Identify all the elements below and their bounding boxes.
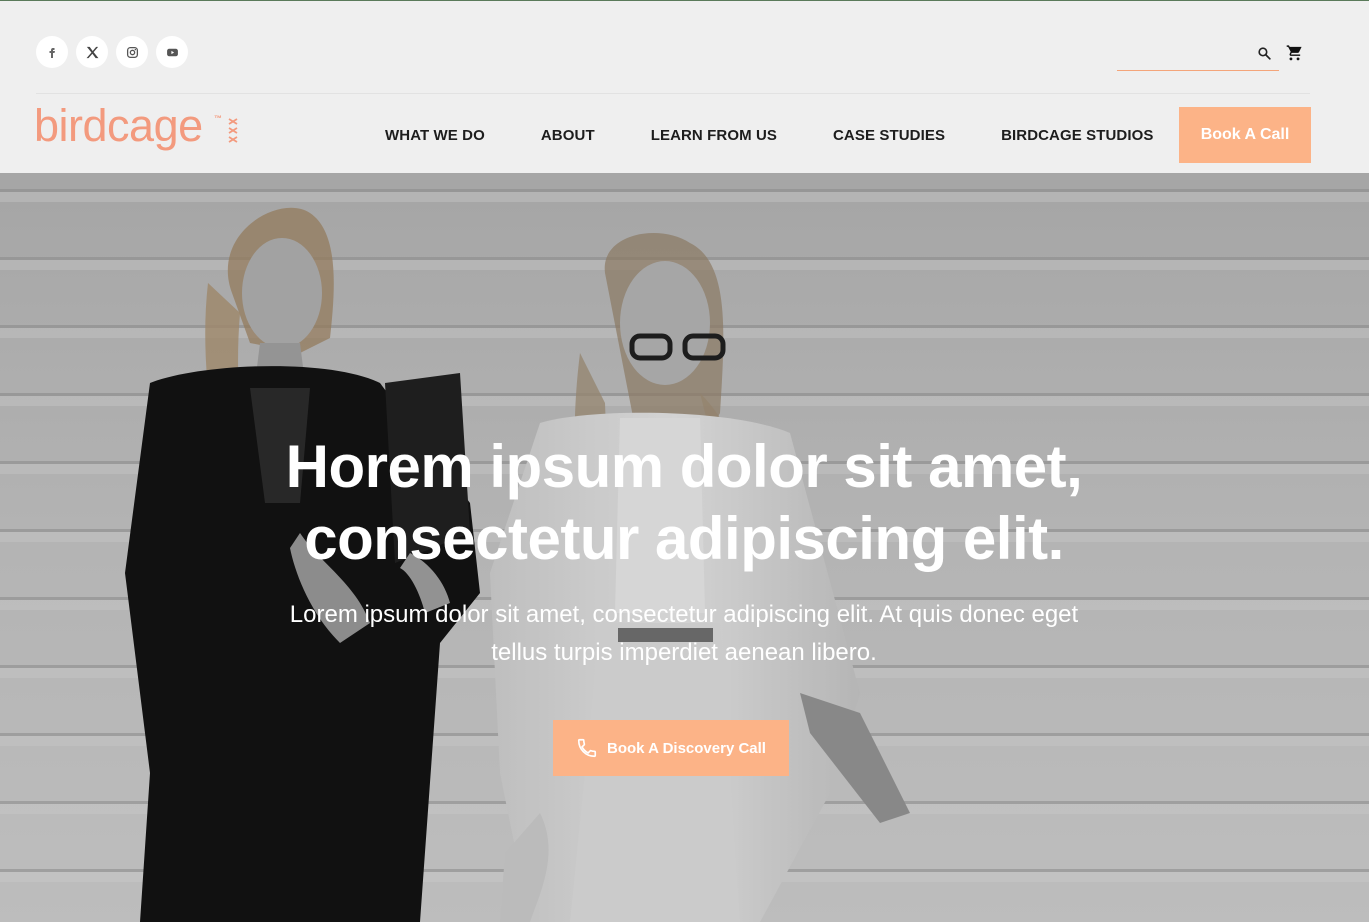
logo-trademark: ™ — [214, 114, 222, 123]
nav-item-birdcage-studios[interactable]: BIRDCAGE STUDIOS — [973, 127, 1181, 144]
search-box — [1117, 37, 1279, 71]
hero-subtitle-line-1: Lorem ipsum dolor sit amet, consectetur … — [289, 601, 1079, 628]
instagram-link[interactable] — [116, 36, 148, 68]
cart-icon[interactable] — [1286, 44, 1303, 61]
book-discovery-call-label: Book A Discovery Call — [607, 739, 766, 757]
x-link[interactable] — [76, 36, 108, 68]
nav-item-about[interactable]: ABOUT — [513, 127, 623, 144]
instagram-icon — [126, 46, 138, 58]
book-discovery-call-button[interactable]: Book A Discovery Call — [553, 720, 789, 776]
facebook-icon — [49, 48, 55, 58]
search-icon[interactable] — [1257, 46, 1272, 61]
hero-subtitle-line-2: tellus turpis imperdiet aenean libero. — [491, 639, 877, 666]
header-divider — [36, 93, 1310, 94]
hero-subtitle: Lorem ipsum dolor sit amet, consectetur … — [234, 596, 1134, 672]
book-a-call-button[interactable]: Book A Call — [1179, 107, 1311, 163]
social-links — [36, 36, 188, 68]
nav-item-what-we-do[interactable]: WHAT WE DO — [357, 127, 513, 144]
youtube-icon — [166, 48, 178, 56]
facebook-link[interactable] — [36, 36, 68, 68]
x-icon — [86, 46, 98, 58]
hero-section: Horem ipsum dolor sit amet, consectetur … — [0, 173, 1369, 922]
site-header: birdcage ™ WHAT WE DO ABOUT LEARN FROM U… — [0, 1, 1369, 173]
search-input[interactable] — [1117, 37, 1252, 70]
logo-text: birdcage — [34, 100, 203, 151]
hero-title-line-2: consectetur adipiscing elit. — [304, 505, 1064, 572]
hero-title-line-1: Horem ipsum dolor sit amet, — [285, 433, 1083, 500]
nav-item-learn-from-us[interactable]: LEARN FROM US — [623, 127, 805, 144]
phone-icon — [577, 738, 597, 758]
logo[interactable]: birdcage ™ — [34, 100, 240, 166]
hero-title: Horem ipsum dolor sit amet, consectetur … — [184, 431, 1184, 575]
nav-item-case-studies[interactable]: CASE STUDIES — [805, 127, 973, 144]
logo-mark-icon — [228, 118, 238, 143]
youtube-link[interactable] — [156, 36, 188, 68]
main-nav: WHAT WE DO ABOUT LEARN FROM US CASE STUD… — [357, 107, 1182, 163]
